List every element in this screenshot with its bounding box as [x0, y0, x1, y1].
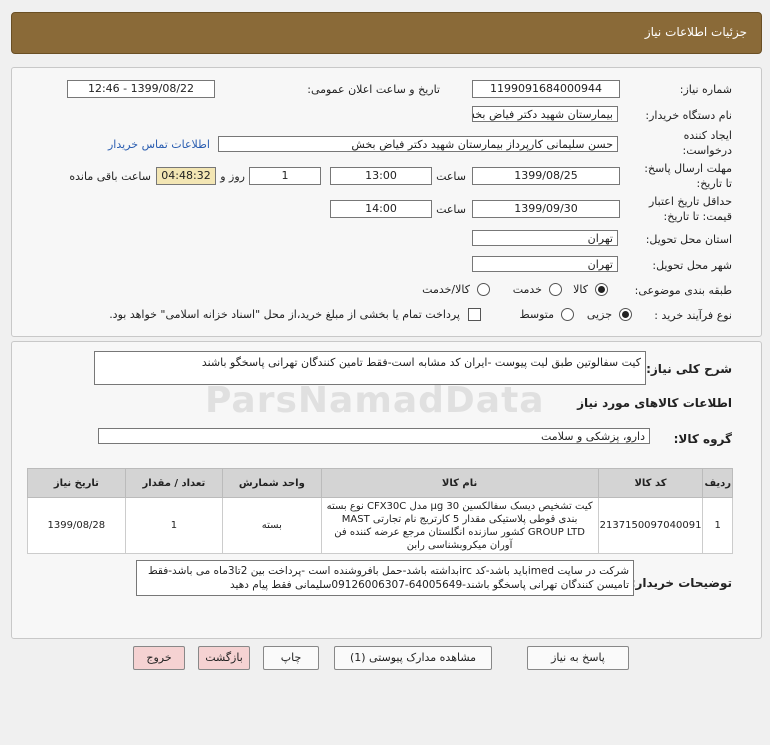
province-label: استان محل تحویل:: [645, 233, 732, 246]
goods-group-label: گروه کالا:: [673, 432, 732, 446]
reply-button[interactable]: پاسخ به نیاز: [527, 646, 629, 670]
cell-name: کیت تشخیص دیسک سفالکسین 30 µg مدل CFX30C…: [320, 497, 599, 554]
col-header-unit: واحد شمارش: [222, 468, 322, 498]
treasury-checkbox[interactable]: [468, 308, 481, 321]
category-radio-service[interactable]: [549, 283, 562, 296]
validity-label-1: حداقل تاریخ اعتبار: [648, 195, 732, 208]
goods-section-title: اطلاعات کالاهای مورد نیاز: [577, 396, 732, 410]
validity-time-field: 14:00: [330, 200, 432, 218]
summary-label: شرح کلی نیاز:: [646, 362, 732, 376]
days-label: روز و: [220, 170, 245, 183]
contact-info-link[interactable]: اطلاعات تماس خریدار: [108, 138, 210, 151]
creator-field: حسن سلیمانی کارپرداز بیمارستان شهید دکتر…: [218, 136, 618, 152]
summary-text: کیت سفالوتین طبق لیت پیوست -ایران کد مشا…: [201, 356, 641, 369]
deadline-label-1: مهلت ارسال پاسخ:: [644, 162, 732, 175]
col-header-row: ردیف: [702, 468, 733, 498]
attachments-button[interactable]: مشاهده مدارک پیوستی (1): [334, 646, 492, 670]
table-header-row: ردیف کد کالا نام کالا واحد شمارش تعداد /…: [27, 468, 733, 498]
summary-box: کیت سفالوتین طبق لیت پیوست -ایران کد مشا…: [94, 351, 646, 385]
remaining-label: ساعت باقی مانده: [69, 170, 151, 183]
category-radio-both[interactable]: [477, 283, 490, 296]
cell-row: 1: [702, 497, 733, 554]
category-option-service: خدمت: [512, 283, 542, 296]
buyer-notes-box: شرکت در سایت imedباید باشد-کد ircبداشته …: [136, 560, 634, 596]
cell-date: 1399/08/28: [27, 497, 126, 554]
announce-field: 1399/08/22 - 12:46: [67, 80, 215, 98]
process-label: نوع فرآیند خرید :: [654, 309, 732, 322]
page-title: جزئیات اطلاعات نیاز: [644, 25, 747, 39]
buyer-notes-text: شرکت در سایت imedباید باشد-کد ircبداشته …: [147, 565, 629, 591]
city-field: تهران: [472, 256, 618, 272]
category-option-both: کالا/خدمت: [422, 283, 470, 296]
category-radio-goods[interactable]: [595, 283, 608, 296]
validity-time-label: ساعت: [436, 203, 466, 216]
deadline-date-field: 1399/08/25: [472, 167, 620, 185]
buyer-notes-label: توضیحات خریدار:: [630, 576, 732, 590]
col-header-code: کد کالا: [597, 468, 704, 498]
page-header: جزئیات اطلاعات نیاز: [11, 12, 762, 54]
cell-qty: 1: [124, 497, 224, 554]
city-label: شهر محل تحویل:: [652, 259, 732, 272]
col-header-date: تاریخ نیاز: [27, 468, 126, 498]
table-row: 1 2137150097040091 کیت تشخیص دیسک سفالکس…: [27, 497, 733, 554]
category-label: طبقه بندی موضوعی:: [634, 284, 732, 297]
deadline-time-label: ساعت: [436, 170, 466, 183]
print-button[interactable]: چاپ: [263, 646, 319, 670]
exit-button[interactable]: خروج: [133, 646, 185, 670]
process-option-minor: جزیی: [586, 308, 612, 321]
creator-label-1: ایجاد کننده: [683, 129, 732, 142]
goods-table: ردیف کد کالا نام کالا واحد شمارش تعداد /…: [27, 468, 733, 554]
validity-label-2: قیمت: تا تاریخ:: [663, 210, 732, 223]
payment-note: پرداخت تمام یا بخشی از مبلغ خرید،از محل …: [109, 308, 460, 321]
buyer-org-label: نام دستگاه خریدار:: [645, 109, 732, 122]
process-radio-medium[interactable]: [561, 308, 574, 321]
cell-code: 2137150097040091: [597, 497, 704, 554]
province-field: تهران: [472, 230, 618, 246]
need-number-field: 1199091684000944: [472, 80, 620, 98]
col-header-name: نام کالا: [320, 468, 599, 498]
days-field: 1: [249, 167, 321, 185]
deadline-label-2: تا تاریخ:: [696, 177, 732, 190]
cell-unit: بسته: [222, 497, 322, 554]
process-radio-minor[interactable]: [619, 308, 632, 321]
deadline-time-field: 13:00: [330, 167, 432, 185]
buyer-org-field: بیمارستان شهید دکتر فیاض بخش: [472, 106, 618, 122]
goods-group-field: دارو، پزشکی و سلامت: [98, 428, 650, 444]
remaining-time-field: 04:48:32: [156, 167, 216, 185]
process-option-medium: متوسط: [519, 308, 554, 321]
announce-label: تاریخ و ساعت اعلان عمومی:: [307, 83, 440, 96]
need-number-label: شماره نیاز:: [679, 83, 732, 96]
back-button[interactable]: بازگشت: [198, 646, 250, 670]
validity-date-field: 1399/09/30: [472, 200, 620, 218]
creator-label-2: درخواست:: [682, 144, 732, 157]
col-header-qty: تعداد / مقدار: [124, 468, 224, 498]
category-option-goods: کالا: [573, 283, 588, 296]
